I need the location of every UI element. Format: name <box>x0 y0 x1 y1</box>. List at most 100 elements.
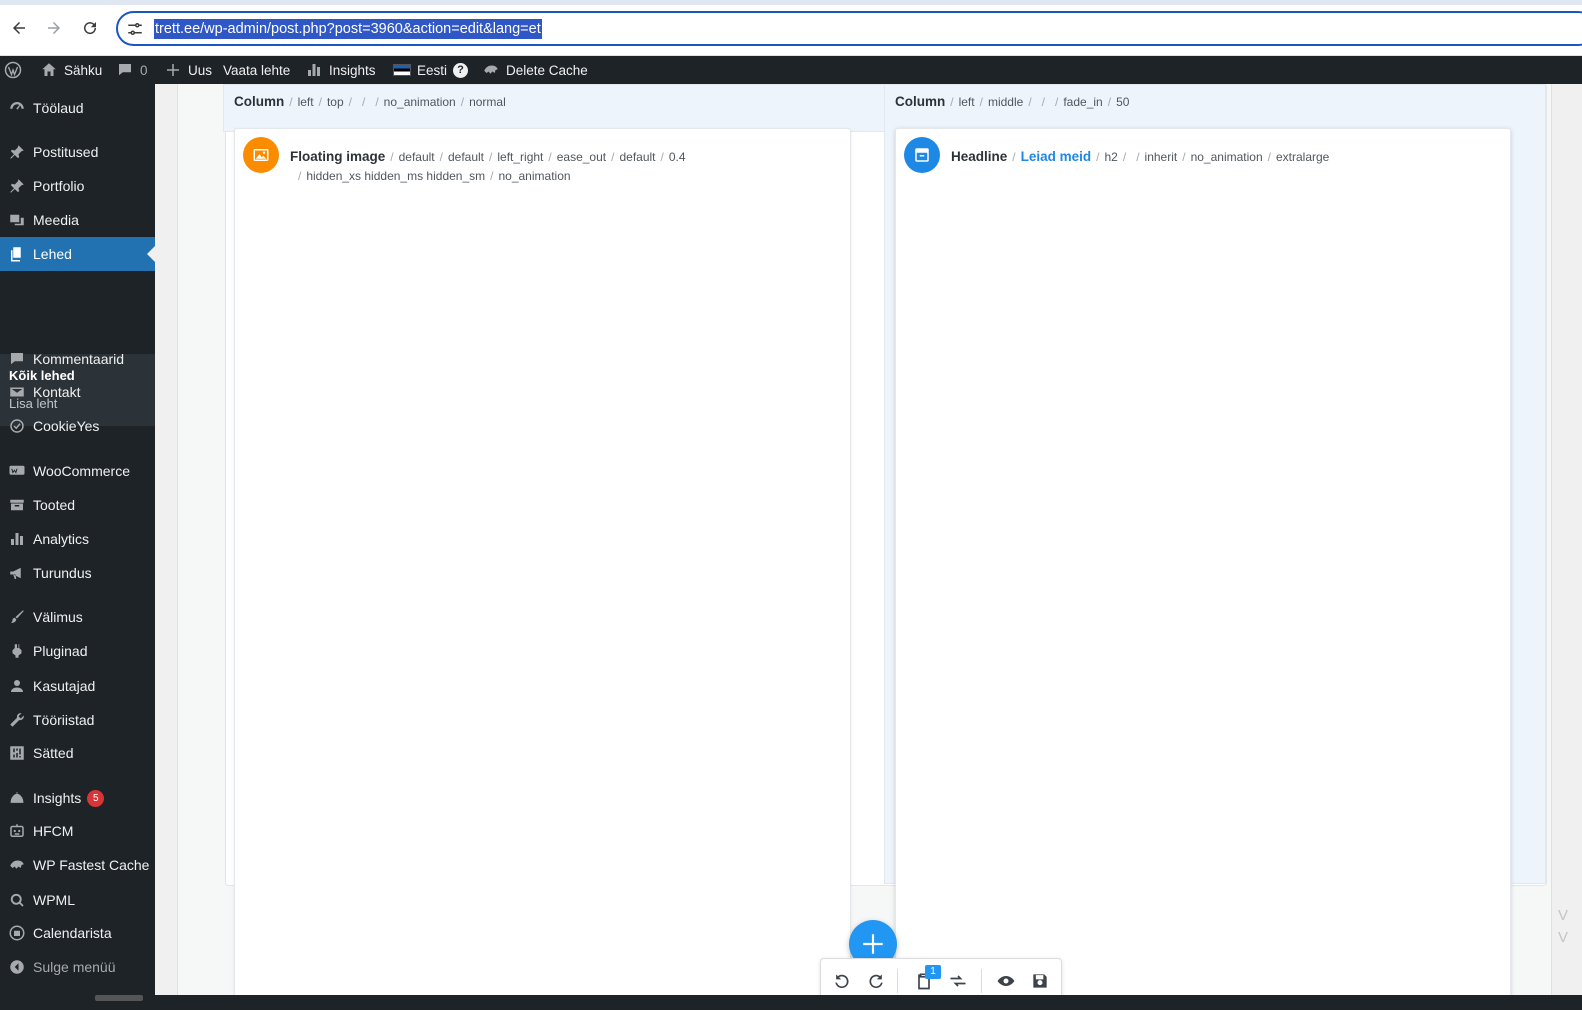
wp-admin-bar: Sähku 0 Uus Vaata lehte Insights Eesti ?… <box>0 56 1582 84</box>
column-param: fade_in <box>1063 95 1103 109</box>
menu-label: HFCM <box>33 823 74 839</box>
pin-icon <box>0 177 33 195</box>
woo-icon <box>0 462 33 480</box>
menu-item-cookieyes[interactable]: CookieYes <box>0 409 155 443</box>
menu-item-tooriistad[interactable]: Tööriistad <box>0 703 155 737</box>
help-icon[interactable]: ? <box>453 62 469 78</box>
menu-label: Kasutajad <box>33 678 96 694</box>
arrow-left-icon <box>13 22 25 34</box>
insights-menu[interactable]: Insights <box>305 56 376 84</box>
collapse-menu-button[interactable]: Sulge menüü <box>0 950 155 984</box>
menu-label: Turundus <box>33 565 92 581</box>
toolbar-divider <box>981 969 982 993</box>
menu-label: Kommentaarid <box>33 351 125 367</box>
pin-icon <box>0 143 33 161</box>
redo-icon <box>869 974 883 989</box>
column-param: 50 <box>1116 95 1130 109</box>
headline-icon <box>904 137 940 173</box>
language-switcher[interactable]: Eesti ? <box>393 56 469 84</box>
plugin-icon <box>0 642 33 660</box>
menu-item-kontakt[interactable]: Kontakt <box>0 375 155 409</box>
floating-image-element[interactable]: Floating image / default / default / left_righ… <box>234 128 851 1008</box>
menu-item-pluginad[interactable]: Pluginad <box>0 634 155 668</box>
page-builder-canvas: Column / left / top / / / no_animation / normal Fl… <box>155 84 1582 1010</box>
image-icon <box>243 137 279 173</box>
delete-cache-button[interactable]: Delete Cache <box>482 56 588 84</box>
menu-label: Tooted <box>33 497 76 513</box>
wp-logo-menu[interactable] <box>4 56 22 84</box>
column-left-header[interactable]: Column / left / top / / / no_animation / normal <box>223 84 885 132</box>
address-bar[interactable]: trett.ee/wp-admin/post.php?post=3960&act… <box>116 11 1582 46</box>
element-param: left_right <box>497 150 544 164</box>
archive-icon <box>0 496 33 514</box>
menu-item-wp-fastest-cache[interactable]: WP Fastest Cache <box>0 848 155 882</box>
horizontal-scrollbar[interactable] <box>95 995 143 1001</box>
cheetah-icon <box>0 856 33 874</box>
view-page-label: Vaata lehte <box>223 62 291 78</box>
menu-item-hfcm[interactable]: HFCM <box>0 814 155 848</box>
robot-icon <box>0 822 33 840</box>
collapse-label: Sulge menüü <box>33 959 116 975</box>
site-name-menu[interactable]: Sähku <box>40 56 102 84</box>
home-icon <box>40 61 58 79</box>
menu-label: Välimus <box>33 609 83 625</box>
new-content-menu[interactable]: Uus <box>164 56 212 84</box>
view-page-link[interactable]: Vaata lehte <box>223 56 290 84</box>
redo-button[interactable] <box>865 970 887 992</box>
column-param: left <box>297 95 314 109</box>
menu-item-postitused[interactable]: Postitused <box>0 135 155 169</box>
element-param: inherit <box>1144 150 1178 164</box>
element-param: h2 <box>1104 150 1118 164</box>
menu-item-kasutajad[interactable]: Kasutajad <box>0 669 155 703</box>
insights-icon <box>0 789 33 807</box>
column-right-params: Column / left / middle / / / fade_in/50 <box>895 94 1130 109</box>
forward-button[interactable] <box>40 14 68 42</box>
menu-item-lehed[interactable]: Lehed <box>0 237 155 271</box>
menu-item-wpml[interactable]: WPML <box>0 883 155 917</box>
menu-item-analytics[interactable]: Analytics <box>0 522 155 556</box>
menu-item-turundus[interactable]: Turundus <box>0 556 155 590</box>
language-label: Eesti <box>417 62 448 78</box>
site-settings-icon[interactable] <box>126 20 144 38</box>
menu-item-valimus[interactable]: Välimus <box>0 600 155 634</box>
column-param: normal <box>469 95 506 109</box>
menu-item-tooted[interactable]: Tooted <box>0 488 155 522</box>
site-name: Sähku <box>64 62 103 78</box>
menu-item-calendarista[interactable]: Calendarista <box>0 916 155 950</box>
menu-label: Lehed <box>33 246 72 262</box>
move-button[interactable] <box>947 970 969 992</box>
menu-label: Analytics <box>33 531 90 547</box>
back-button[interactable] <box>5 14 33 42</box>
save-button[interactable] <box>1029 970 1051 992</box>
headline-element[interactable]: Headline / Leiad meid / h2// inherit / no_anima… <box>895 128 1511 1008</box>
headline-text-link[interactable]: Leiad meid <box>1021 149 1092 164</box>
toolbar-divider <box>897 969 898 993</box>
element-title: Floating image <box>290 149 386 164</box>
reload-button[interactable] <box>76 14 104 42</box>
menu-item-portfolio[interactable]: Portfolio <box>0 169 155 203</box>
element-param: default <box>447 150 485 164</box>
pages-icon <box>0 245 33 263</box>
column-param: middle <box>987 95 1024 109</box>
url-text[interactable]: trett.ee/wp-admin/post.php?post=3960&act… <box>154 19 542 39</box>
column-param: left <box>958 95 975 109</box>
menu-item-kommentaarid[interactable]: Kommentaarid <box>0 342 155 376</box>
menu-item-meedia[interactable]: Meedia <box>0 203 155 237</box>
wordpress-icon <box>4 61 22 79</box>
browser-toolbar: trett.ee/wp-admin/post.php?post=3960&act… <box>0 0 1582 56</box>
menu-item-insights[interactable]: Insights 5 <box>0 781 155 815</box>
undo-button[interactable] <box>831 970 853 992</box>
preview-button[interactable] <box>995 970 1017 992</box>
menu-item-woocommerce[interactable]: WooCommerce <box>0 454 155 488</box>
settings-icon <box>0 744 33 762</box>
floating-image-params: Floating image / default / default / left_righ… <box>290 149 686 164</box>
menu-item-satted[interactable]: Sätted <box>0 736 155 770</box>
arrow-right-icon <box>48 22 60 34</box>
column-title: Column <box>234 94 285 109</box>
brush-icon <box>0 608 33 626</box>
plus-icon <box>863 934 883 954</box>
menu-item-toolaud[interactable]: Töölaud <box>0 91 155 125</box>
menu-label: Insights <box>33 790 82 806</box>
comments-menu[interactable]: 0 <box>116 56 148 84</box>
calendar-icon <box>0 924 33 942</box>
